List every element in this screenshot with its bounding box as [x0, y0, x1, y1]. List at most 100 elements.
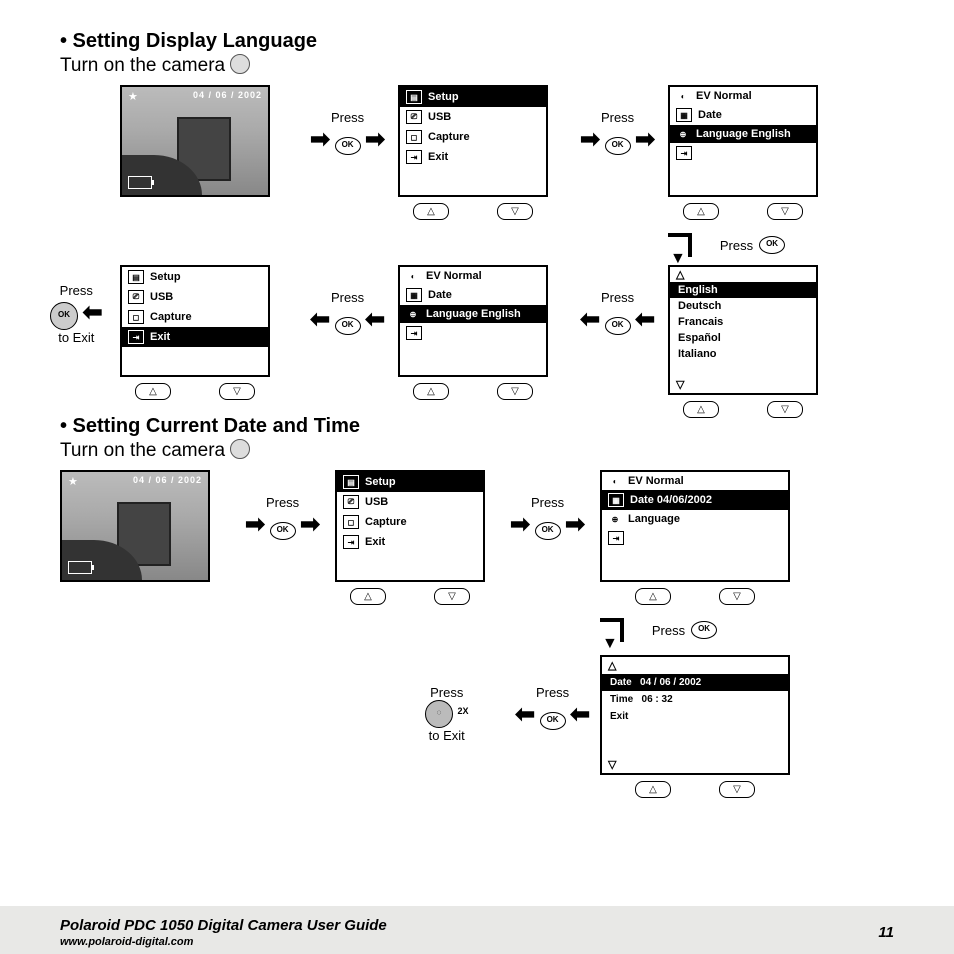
nav-down-button[interactable]: ▽ [767, 203, 803, 220]
arrow-right-icon: ➡ [580, 126, 600, 153]
timer-button[interactable]: ◌ [425, 700, 453, 728]
press-label: Press [580, 290, 655, 305]
globe-icon: ⊕ [406, 308, 420, 320]
date-time-detail: △ Date 04 / 06 / 2002 Time 06 : 32 Exit … [600, 655, 790, 775]
nav-up-button[interactable]: △ [683, 203, 719, 220]
timer-2x-label: 2X [457, 706, 468, 716]
battery-icon [68, 561, 92, 574]
press-label: Press [652, 623, 685, 638]
date-icon: ▦ [676, 108, 692, 122]
to-exit-label: to Exit [425, 728, 468, 743]
exit-icon: ⇥ [343, 535, 359, 549]
to-exit-label: to Exit [50, 330, 103, 345]
nav-down-button[interactable]: ▽ [719, 588, 755, 605]
section1-title: • Setting Display Language [60, 30, 894, 53]
capture-icon: ◻ [128, 310, 144, 324]
arrow-right-icon: ➡ [510, 511, 530, 538]
list-item[interactable]: Francais [670, 314, 816, 330]
ok-button[interactable]: OK [50, 302, 78, 330]
nav-down-button[interactable]: ▽ [497, 383, 533, 400]
ok-button[interactable]: OK [535, 522, 561, 540]
exit-icon: ⇥ [406, 326, 422, 340]
arrow-right-icon: ➡ [300, 511, 320, 538]
footer-title: Polaroid PDC 1050 Digital Camera User Gu… [60, 917, 387, 934]
ok-button[interactable]: OK [270, 522, 296, 540]
list-item[interactable]: Deutsch [670, 298, 816, 314]
ok-button[interactable]: OK [540, 712, 566, 730]
usb-icon: ⎚ [128, 290, 144, 304]
capture-icon: ◻ [406, 130, 422, 144]
list-up-icon: △ [670, 267, 816, 282]
setup-menu-exit: ▤Setup ⎚USB ◻Capture ⇥Exit [120, 265, 270, 377]
press-label: Press [515, 685, 590, 700]
setup-menu: ▤Setup ⎚USB ◻Capture ⇥Exit [335, 470, 485, 582]
ok-button[interactable]: OK [335, 317, 361, 335]
press-label: Press [245, 495, 320, 510]
arrow-left-icon: ⬅ [515, 701, 535, 728]
power-icon [230, 439, 250, 459]
press-label: Press [720, 238, 753, 253]
exit-icon: ⇥ [676, 146, 692, 160]
usb-icon: ⎚ [406, 110, 422, 124]
nav-down-button[interactable]: ▽ [434, 588, 470, 605]
lcd-date: 04 / 06 / 2002 [133, 475, 202, 485]
press-label: Press [310, 110, 385, 125]
arrow-right-icon: ➡ [635, 126, 655, 153]
nav-up-button[interactable]: △ [135, 383, 171, 400]
nav-down-button[interactable]: ▽ [767, 401, 803, 418]
battery-icon [128, 176, 152, 189]
capture-icon: ◻ [343, 515, 359, 529]
page-footer: Polaroid PDC 1050 Digital Camera User Gu… [0, 906, 954, 954]
list-item[interactable]: English [670, 282, 816, 298]
setup-icon: ▤ [343, 475, 359, 489]
arrow-left-icon: ⬅ [570, 701, 590, 728]
arrow-right-icon: ➡ [365, 126, 385, 153]
ok-button[interactable]: OK [759, 236, 785, 254]
nav-down-button[interactable]: ▽ [719, 781, 755, 798]
arrow-left-icon: ⬅ [635, 306, 655, 333]
list-down-icon: ▽ [676, 378, 684, 391]
list-item[interactable]: Italiano [670, 346, 816, 362]
ev-icon: ◐ [406, 270, 420, 282]
nav-up-button[interactable]: △ [413, 203, 449, 220]
list-item[interactable]: Español [670, 330, 816, 346]
nav-down-button[interactable]: ▽ [497, 203, 533, 220]
nav-up-button[interactable]: △ [413, 383, 449, 400]
nav-up-button[interactable]: △ [350, 588, 386, 605]
ev-icon: ◐ [676, 90, 690, 102]
arrow-right-icon: ➡ [565, 511, 585, 538]
ok-button[interactable]: OK [691, 621, 717, 639]
lcd-date: 04 / 06 / 2002 [193, 90, 262, 100]
list-up-icon: △ [602, 657, 788, 674]
setup-menu: ▤Setup ⎚USB ◻Capture ⇥Exit [398, 85, 548, 197]
setup-icon: ▤ [128, 270, 144, 284]
exit-icon: ⇥ [128, 330, 144, 344]
press-label: Press [310, 290, 385, 305]
list-down-icon: ▽ [608, 758, 616, 771]
date-icon: ▦ [608, 493, 624, 507]
ok-button[interactable]: OK [605, 317, 631, 335]
setup-icon: ▤ [406, 90, 422, 104]
nav-up-button[interactable]: △ [683, 401, 719, 418]
arrow-left-icon: ⬅ [365, 306, 385, 333]
press-label: Press [425, 685, 468, 700]
nav-up-button[interactable]: △ [635, 588, 671, 605]
arrow-right-icon: ➡ [245, 511, 265, 538]
usb-icon: ⎚ [343, 495, 359, 509]
nav-up-button[interactable]: △ [635, 781, 671, 798]
ok-button[interactable]: OK [605, 137, 631, 155]
date-icon: ▦ [406, 288, 422, 302]
star-icon: ★ [128, 90, 138, 103]
press-label: Press [510, 495, 585, 510]
arrow-left-icon: ⬅ [82, 299, 102, 326]
nav-down-button[interactable]: ▽ [219, 383, 255, 400]
page-number: 11 [878, 924, 894, 941]
language-list[interactable]: △ English Deutsch Francais Español Itali… [668, 265, 818, 395]
exit-icon: ⇥ [406, 150, 422, 164]
press-label: Press [50, 283, 103, 298]
globe-icon: ⊕ [676, 128, 690, 140]
globe-icon: ⊕ [608, 513, 622, 525]
date-menu: ◐EV Normal ▦Date 04/06/2002 ⊕Language ⇥ [600, 470, 790, 582]
ok-button[interactable]: OK [335, 137, 361, 155]
section2-title: • Setting Current Date and Time [60, 415, 894, 438]
